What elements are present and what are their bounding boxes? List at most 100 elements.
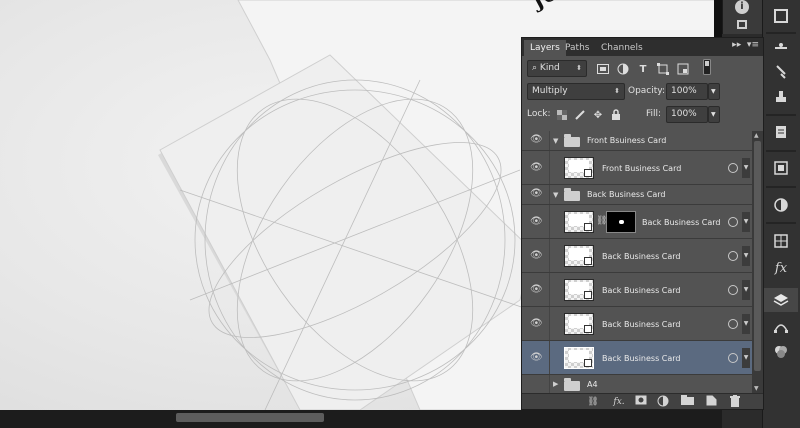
visibility-eye-icon[interactable]: 👁 — [530, 353, 544, 363]
layer-options-chevron-icon[interactable]: ▼ — [742, 348, 750, 368]
shape-filter-icon[interactable] — [656, 62, 670, 76]
filter-toggle-icon[interactable] — [700, 59, 714, 75]
type-filter-icon[interactable]: T — [636, 62, 650, 76]
lock-label: Lock: — [527, 109, 551, 119]
scroll-up-arrow-icon[interactable]: ▲ — [754, 132, 759, 139]
adjustment-layer-icon[interactable] — [656, 395, 670, 409]
visibility-eye-icon[interactable]: 👁 — [530, 319, 544, 329]
visibility-eye-icon[interactable]: 👁 — [530, 285, 544, 295]
opacity-input[interactable]: 100% — [666, 83, 708, 100]
layer-list[interactable]: 👁 ▼ Front Bsuiness Card 👁 Front Business… — [522, 131, 752, 393]
layer-row[interactable]: 👁 Front Business Card ▼ — [522, 151, 752, 185]
layer-options-chevron-icon[interactable]: ▼ — [742, 212, 750, 232]
folder-icon — [564, 378, 580, 391]
layer-name: Front Business Card — [602, 164, 682, 173]
visibility-eye-icon[interactable]: 👁 — [530, 251, 544, 261]
lock-row: Lock: ✥ Fill: 100% ▼ — [522, 105, 763, 125]
group-expanded-triangle-icon[interactable]: ▼ — [553, 191, 558, 199]
layer-options-chevron-icon[interactable]: ▼ — [742, 246, 750, 266]
layer-row[interactable]: 👁 Back Business Card ▼ — [522, 273, 752, 307]
layer-options-chevron-icon[interactable]: ▼ — [742, 280, 750, 300]
chevron-down-icon: ⬍ — [576, 64, 582, 72]
kind-filter-select[interactable]: ⌕ Kind ⬍ — [527, 60, 587, 77]
smart-object-badge-icon — [584, 223, 592, 231]
visibility-eye-icon[interactable]: 👁 — [530, 217, 544, 227]
layer-row[interactable]: 👁 Back Business Card ▼ — [522, 239, 752, 273]
column-separator — [549, 185, 550, 204]
layer-group-row[interactable]: 👁 ▼ Back Business Card — [522, 185, 752, 205]
layer-name: A4 — [587, 380, 598, 389]
color-icon[interactable] — [769, 156, 793, 180]
tab-paths[interactable]: Paths — [559, 40, 595, 56]
paths-icon[interactable] — [769, 315, 793, 339]
layer-effects-icon[interactable] — [728, 285, 738, 295]
clone-source-icon[interactable] — [769, 60, 793, 84]
search-icon: ⌕ — [532, 63, 538, 73]
layer-options-chevron-icon[interactable]: ▼ — [742, 158, 750, 178]
layer-effects-icon[interactable] — [728, 217, 738, 227]
blend-mode-select[interactable]: Multiply ⬍ — [527, 83, 625, 100]
brush-presets-icon[interactable] — [769, 36, 793, 60]
link-layers-icon[interactable]: ⛓ — [586, 395, 600, 409]
layer-mask-thumbnail[interactable] — [606, 211, 636, 233]
lock-position-move-icon[interactable]: ✥ — [591, 108, 605, 122]
visibility-eye-icon[interactable]: 👁 — [530, 189, 544, 199]
lock-transparent-icon[interactable] — [555, 108, 569, 122]
smart-object-badge-icon — [584, 257, 592, 265]
visibility-eye-icon[interactable]: 👁 — [530, 163, 544, 173]
layer-row-selected[interactable]: 👁 Back Business Card ▼ — [522, 341, 752, 375]
horizontal-scrollbar[interactable] — [0, 410, 722, 428]
layer-effects-icon[interactable] — [728, 319, 738, 329]
image-filter-icon[interactable] — [596, 62, 610, 76]
lock-image-brush-icon[interactable] — [573, 108, 587, 122]
layer-effects-icon[interactable] — [728, 163, 738, 173]
navigator-icon[interactable] — [737, 20, 747, 29]
column-separator — [549, 273, 550, 306]
opacity-dropdown-button[interactable]: ▼ — [708, 83, 720, 100]
layer-row[interactable]: 👁 ⛓ Back Business Card ▼ — [522, 205, 752, 239]
layer-name: Back Business Card — [602, 252, 681, 261]
blend-mode-value: Multiply — [532, 86, 568, 96]
fill-input[interactable]: 100% — [666, 106, 708, 123]
kind-filter-label: Kind — [539, 63, 560, 73]
fx-icon[interactable]: fx. — [612, 395, 626, 409]
fx-icon[interactable]: fx — [769, 256, 793, 280]
layer-name: Front Bsuiness Card — [587, 136, 667, 145]
layers-scrollbar-thumb[interactable] — [754, 141, 761, 371]
new-layer-icon[interactable] — [704, 395, 718, 409]
smart-object-filter-icon[interactable] — [676, 62, 690, 76]
delete-layer-icon[interactable] — [728, 395, 742, 409]
swatches-icon[interactable] — [769, 193, 793, 217]
horizontal-scrollbar-thumb[interactable] — [176, 413, 324, 422]
folder-icon — [564, 188, 580, 201]
tab-channels[interactable]: Channels — [595, 40, 649, 56]
layer-group-row[interactable]: 👁 ▼ Front Bsuiness Card — [522, 131, 752, 151]
notes-icon[interactable] — [769, 85, 793, 109]
lock-all-icon[interactable] — [609, 108, 623, 122]
layer-options-chevron-icon[interactable]: ▼ — [742, 314, 750, 334]
layer-row[interactable]: 👁 Back Business Card ▼ — [522, 307, 752, 341]
folder-icon — [564, 134, 580, 147]
group-collapsed-triangle-icon[interactable]: ▶ — [553, 380, 558, 388]
panel-menu-icon[interactable]: ▸▸ ▾≡ — [732, 40, 759, 50]
layer-effects-icon[interactable] — [728, 251, 738, 261]
smart-object-badge-icon — [584, 291, 592, 299]
channels-icon[interactable] — [769, 340, 793, 364]
adjustment-filter-icon[interactable] — [616, 62, 630, 76]
layer-group-row[interactable]: 👁 ▶ A4 — [522, 375, 752, 393]
layer-thumbnail — [564, 313, 594, 335]
layers-icon[interactable] — [769, 288, 793, 312]
scroll-down-arrow-icon[interactable]: ▼ — [754, 385, 759, 392]
group-expanded-triangle-icon[interactable]: ▼ — [553, 137, 558, 145]
new-group-icon[interactable] — [680, 395, 694, 409]
libraries-icon[interactable] — [769, 120, 793, 144]
layer-effects-icon[interactable] — [728, 353, 738, 363]
info-icon[interactable]: i — [735, 0, 749, 14]
add-mask-icon[interactable] — [634, 395, 648, 409]
fill-dropdown-button[interactable]: ▼ — [708, 106, 720, 123]
fill-value: 100% — [671, 109, 697, 119]
styles-icon[interactable] — [769, 229, 793, 253]
visibility-eye-icon[interactable]: 👁 — [530, 135, 544, 145]
layers-vertical-scrollbar[interactable]: ▲ ▼ — [752, 131, 763, 393]
adjustments-icon[interactable] — [769, 4, 793, 28]
